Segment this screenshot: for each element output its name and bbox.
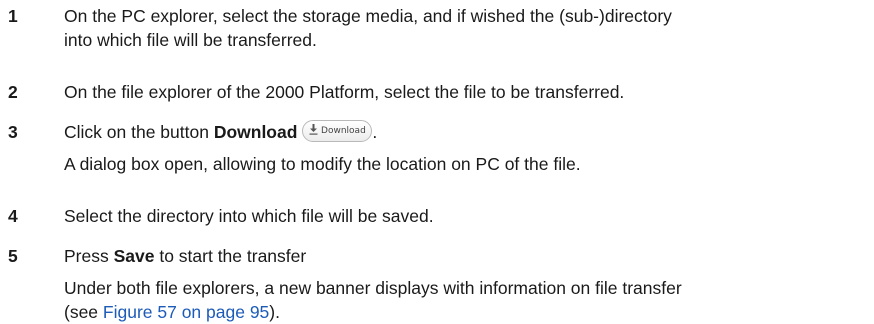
step-text-prefix: Press — [64, 246, 114, 266]
download-button[interactable]: Download — [302, 120, 373, 143]
download-label: Download — [213, 122, 298, 142]
step-text: On the file explorer of the 2000 Platfor… — [64, 80, 864, 104]
step-number: 4 — [8, 206, 18, 226]
step-text: On the PC explorer, select the storage m… — [64, 4, 864, 52]
step-5: 5 Press Save to start the transfer Under… — [0, 244, 874, 322]
step-3: 3 Click on the button Download Download. … — [0, 120, 874, 174]
note-prefix: (see — [64, 302, 103, 322]
step-text-line: On the PC explorer, select the storage m… — [64, 6, 672, 26]
step-text-prefix: Click on the button — [64, 122, 214, 142]
save-label: Save — [113, 246, 155, 266]
download-arrow-icon — [309, 124, 318, 136]
figure-reference-link[interactable]: Figure 57 on page 95 — [103, 302, 269, 322]
step-text: Click on the button Download Download. A … — [64, 120, 864, 176]
step-2: 2 On the file explorer of the 2000 Platf… — [0, 80, 874, 104]
step-note: (see Figure 57 on page 95). — [64, 300, 864, 324]
download-button-label: Download — [321, 126, 366, 137]
step-1: 1 On the PC explorer, select the storage… — [0, 4, 874, 52]
step-note: A dialog box open, allowing to modify th… — [64, 154, 581, 175]
step-text-line: Press Save to start the transfer — [64, 244, 864, 268]
step-text-suffix: to start the transfer — [154, 246, 307, 266]
note-suffix: ). — [269, 302, 280, 322]
step-text-line: On the file explorer of the 2000 Platfor… — [64, 82, 625, 102]
step-4: 4 Select the directory into which file w… — [0, 204, 874, 228]
step-text-line: into which file will be transferred. — [64, 30, 317, 50]
step-number: 5 — [8, 246, 18, 266]
step-text: Select the directory into which file wil… — [64, 204, 864, 228]
step-note: Under both file explorers, a new banner … — [64, 278, 682, 298]
step-text: Press Save to start the transfer Under b… — [64, 244, 864, 324]
step-number: 1 — [8, 6, 18, 26]
step-number: 2 — [8, 82, 18, 102]
step-number: 3 — [8, 122, 18, 142]
step-text-line: Click on the button Download Download. — [64, 120, 864, 144]
step-text-suffix: . — [372, 122, 378, 142]
step-text-line: Select the directory into which file wil… — [64, 206, 434, 226]
